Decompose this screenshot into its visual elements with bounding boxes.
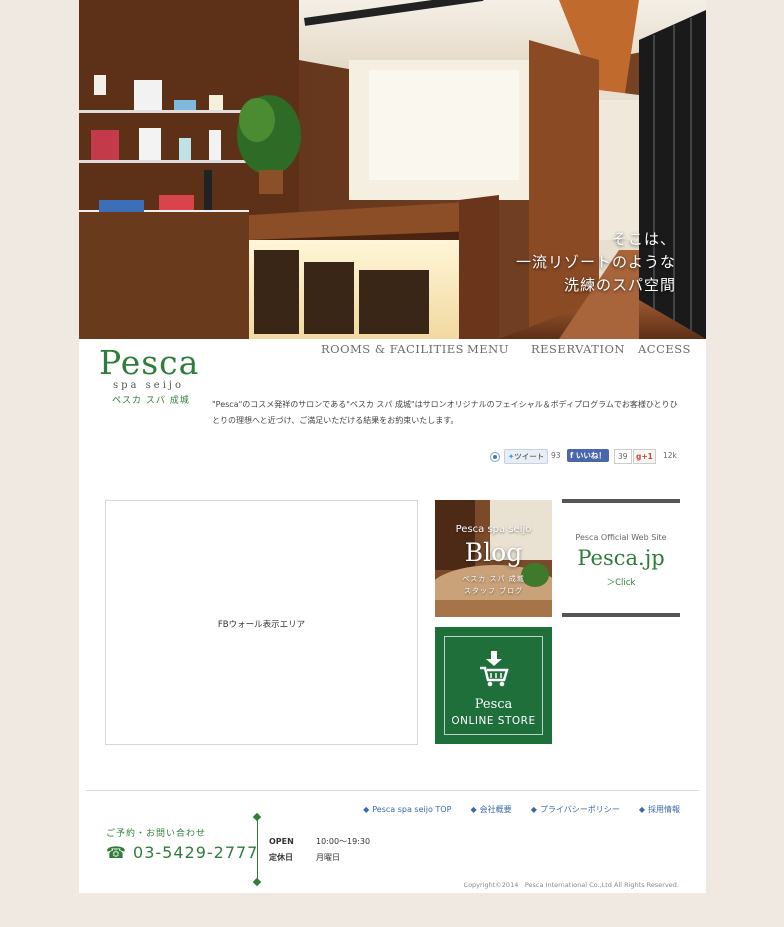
footer-vertical-divider (257, 816, 258, 884)
telephone-icon: ☎ (106, 843, 134, 862)
facebook-like-button[interactable]: f いいね！ (567, 449, 609, 462)
footer-link-privacy-label: プライバシーポリシー (539, 805, 620, 814)
footer-link-privacy[interactable]: ◆ プライバシーポリシー (531, 805, 620, 814)
footer-links: ◆ Pesca spa seijo TOP ◆ 会社概要 ◆ プライバシーポリシー ◆… (349, 797, 680, 814)
diamond-bullet-icon: ◆ (638, 805, 645, 814)
hours-open: OPEN 10:00～19:30 (269, 836, 370, 847)
blog-jp-line2: スタッフ ブログ (463, 587, 524, 595)
blog-banner[interactable]: Pesca spa seijo Blog ペスカ スパ 成城 スタッフ ブログ (435, 500, 552, 617)
footer-link-recruit-label: 採用情報 (648, 805, 680, 814)
nav-access[interactable]: ACCESS (638, 342, 691, 356)
open-label: OPEN (269, 837, 294, 846)
closed-value: 月曜日 (316, 853, 340, 862)
divider-top-dot (252, 812, 262, 822)
tweet-button[interactable]: ✦ツイート (504, 449, 549, 464)
blog-jp-line1: ペスカ スパ 成城 (462, 575, 525, 583)
official-site-click: ＞Click (606, 578, 636, 588)
store-label: ONLINE STORE (451, 715, 536, 727)
page-container: そこは、 一流リゾートのような 洗練のスパ空間 Pesca spa seijo … (79, 0, 706, 893)
footer-link-company[interactable]: ◆ 会社概要 (471, 805, 512, 814)
official-site-domain: Pesca.jp (577, 546, 665, 570)
diamond-bullet-icon: ◆ (470, 805, 477, 814)
main-navigation: ROOMS & FACILITIES MENU RESERVATION ACCE… (79, 342, 706, 362)
hero-tagline-line2: 一流リゾートのような (515, 253, 676, 271)
social-buttons: ✦ツイート 93 f いいね！ 39 g+1 12k (490, 449, 680, 464)
phone-number: 03-5429-2777 (133, 843, 259, 862)
blog-subtitle: Pesca spa seijo (455, 524, 532, 535)
tweet-count: 93 (551, 451, 561, 460)
store-brand: Pesca (474, 697, 513, 712)
blog-title: Blog (464, 538, 523, 567)
fb-area-label: FBウォール表示エリア (217, 620, 306, 630)
footer-link-top[interactable]: ◆ Pesca spa seijo TOP (363, 805, 451, 814)
hero-tagline-line3: 洗練のスパ空間 (563, 276, 676, 294)
like-label: いいね！ (575, 451, 606, 460)
copyright: Copyright©2014 Pesca International Co.,L… (463, 881, 679, 889)
gplus-label: +1 (641, 452, 653, 461)
hours-closed: 定休日 月曜日 (269, 852, 340, 863)
shopping-cart-download-icon (480, 651, 509, 687)
hero-tagline-line1: そこは、 (611, 230, 676, 248)
open-value: 10:00～19:30 (316, 837, 371, 846)
footer-link-company-label: 会社概要 (479, 805, 512, 814)
footer-link-top-label: Pesca spa seijo TOP (372, 805, 452, 814)
nav-reservation[interactable]: RESERVATION (531, 342, 625, 356)
footer-link-recruit[interactable]: ◆ 採用情報 (639, 805, 680, 814)
diamond-bullet-icon: ◆ (530, 805, 537, 814)
gplus-count: 12k (663, 451, 677, 460)
facebook-wall-area: FBウォール表示エリア (105, 500, 418, 745)
contact-label: ご予約・お問い合わせ (106, 829, 207, 839)
closed-label: 定休日 (269, 853, 293, 862)
divider-bottom-dot (252, 877, 262, 887)
diamond-bullet-icon: ◆ (363, 805, 370, 814)
tweet-label: ツイート (514, 452, 545, 461)
social-radio[interactable] (490, 452, 500, 462)
hero-tagline: そこは、 一流リゾートのような 洗練のスパ空間 (516, 228, 676, 297)
nav-rooms-facilities[interactable]: ROOMS & FACILITIES (321, 342, 464, 356)
contact-phone[interactable]: ☎ 03-5429-2777 (106, 843, 258, 862)
store-frame: Pesca ONLINE STORE (444, 636, 543, 735)
intro-text: "Pesca"のコスメ発祥のサロンである"ペスカ スパ 成城"はサロンオリジナル… (212, 400, 678, 425)
online-store-banner[interactable]: Pesca ONLINE STORE (435, 627, 552, 744)
logo-japanese: ペスカ スパ 成城 (112, 396, 190, 406)
google-plus-button[interactable]: g+1 (633, 449, 656, 464)
contact-block: ご予約・お問い合わせ ☎ 03-5429-2777 (106, 826, 258, 862)
official-site-banner[interactable]: Pesca Official Web Site Pesca.jp ＞Click (562, 499, 680, 617)
official-site-label: Pesca Official Web Site (575, 533, 667, 542)
like-count: 39 (614, 449, 632, 464)
nav-menu[interactable]: MENU (467, 342, 509, 356)
footer-divider (86, 790, 699, 791)
hero-image: そこは、 一流リゾートのような 洗練のスパ空間 (79, 0, 706, 339)
